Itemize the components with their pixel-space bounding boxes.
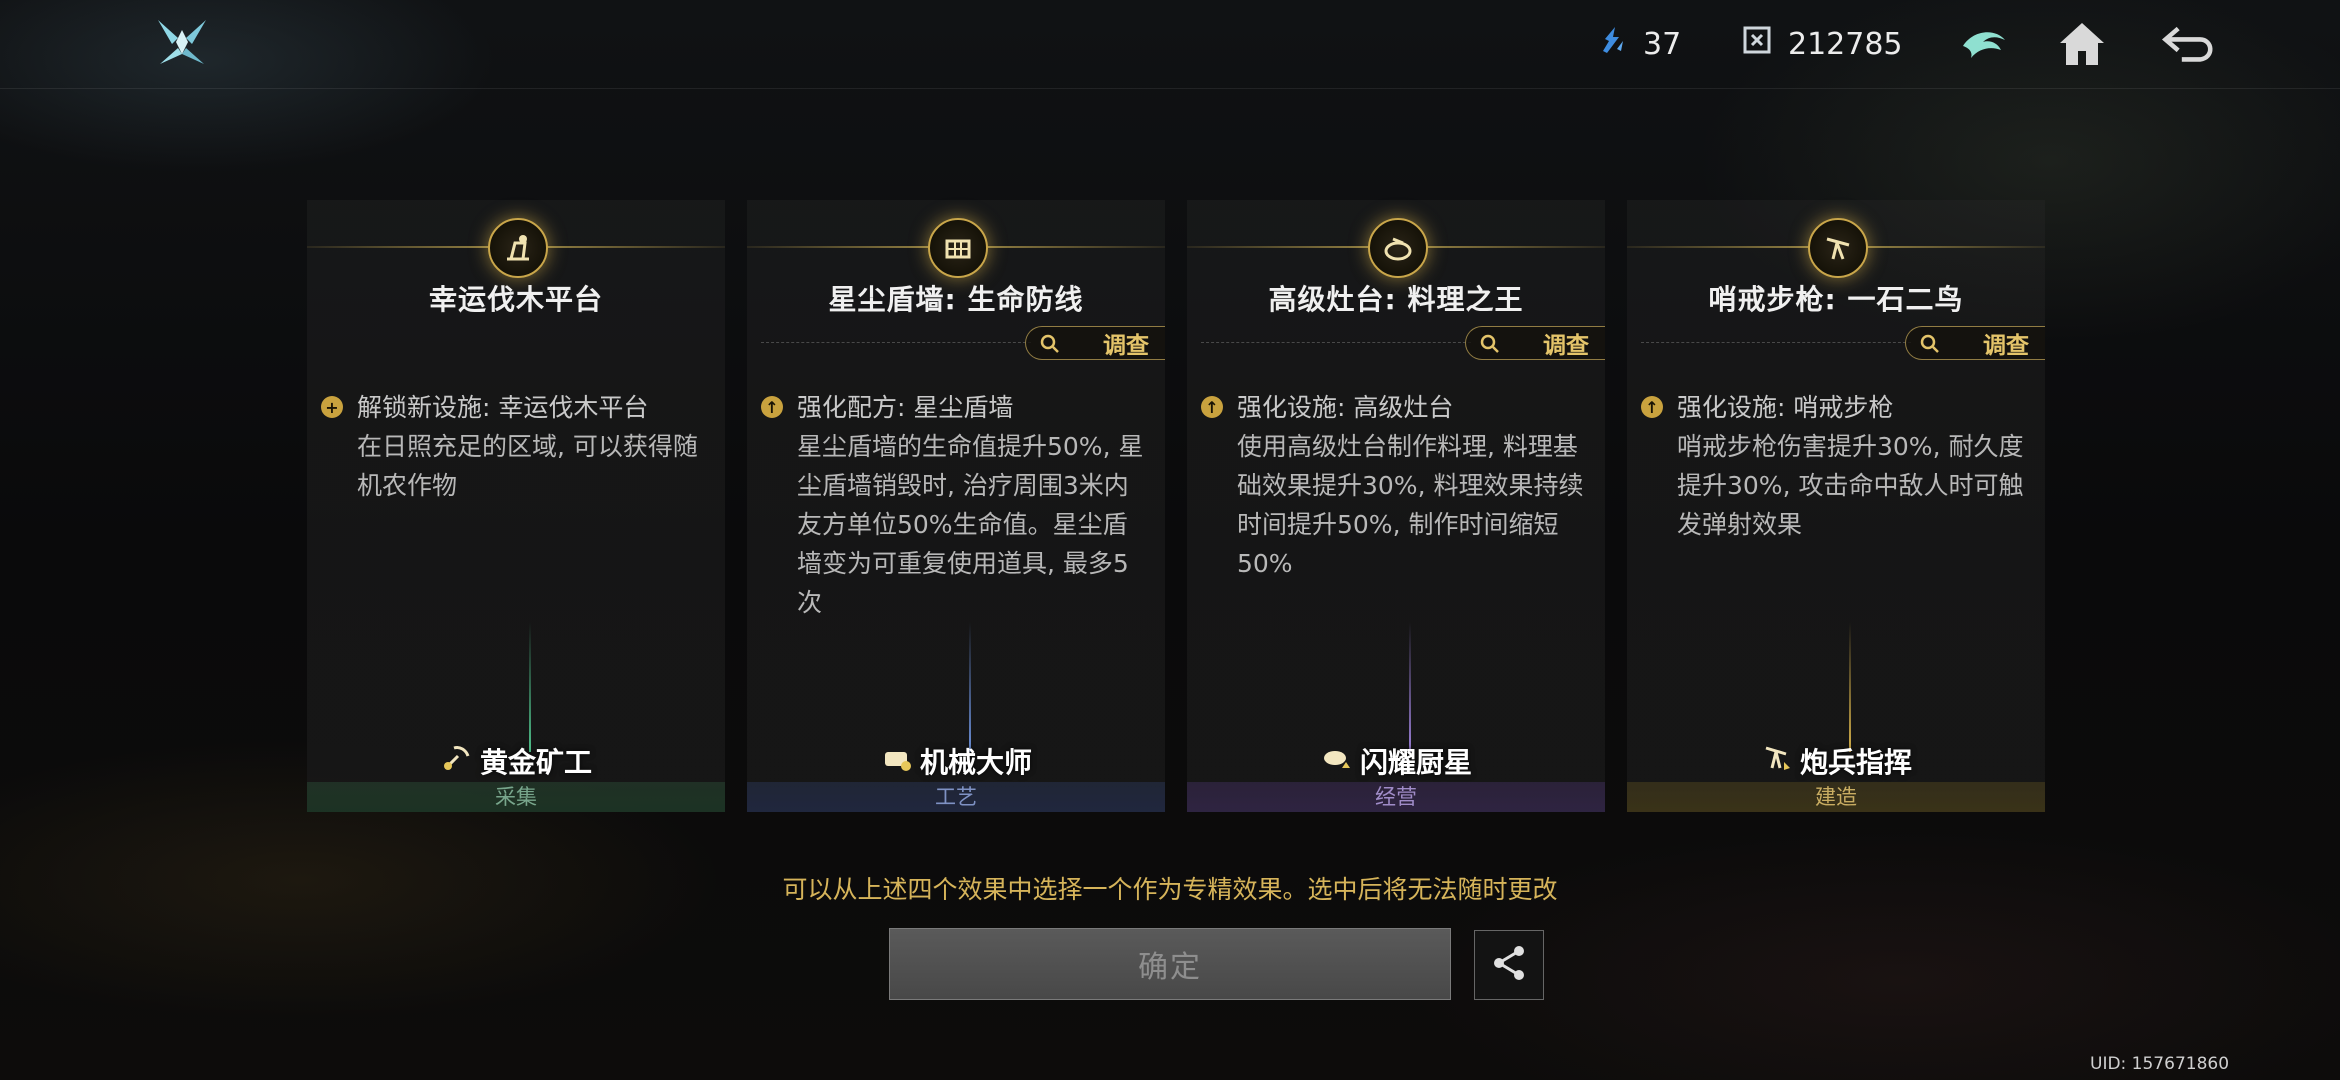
effect-description: 哨戒步枪伤害提升30%, 耐久度提升30%, 攻击命中敌人时可触发弹射效果: [1677, 432, 2024, 539]
stardust-wall-icon: [928, 218, 988, 278]
category-tag: 采集: [307, 782, 725, 812]
choice-card-2[interactable]: 星尘盾墙: 生命防线 调查 ↑ 强化配方: 星尘盾墙 星尘盾墙的生命值提升50%…: [747, 200, 1165, 812]
card-title: 哨戒步枪: 一石二鸟: [1708, 283, 1964, 316]
confirm-label: 确定: [1138, 950, 1202, 985]
game-logo-icon[interactable]: [152, 14, 212, 70]
choice-card-4[interactable]: 哨戒步枪: 一石二鸟 调查 ↑ 强化设施: 哨戒步枪 哨戒步枪伤害提升30%, …: [1627, 200, 2045, 812]
role-label: 黄金矿工: [307, 740, 725, 781]
chef-icon: [1320, 740, 1354, 781]
choice-card-3[interactable]: 高级灶台: 料理之王 调查 ↑ 强化设施: 高级灶台 使用高级灶台制作料理, 料…: [1187, 200, 1605, 812]
brand-emblem-icon[interactable]: [1954, 14, 2014, 74]
inspect-label: 调查: [1983, 333, 2029, 359]
card-title: 幸运伐木平台: [428, 283, 603, 316]
currency-count: 212785: [1788, 26, 1903, 62]
unlock-plus-icon: +: [321, 396, 343, 418]
category-tag: 工艺: [747, 782, 1165, 812]
inspect-button[interactable]: 调查: [1025, 326, 1165, 360]
effect-description: 使用高级灶台制作料理, 料理基础效果提升30%, 料理效果持续时间提升50%, …: [1237, 432, 1584, 578]
category-tag: 建造: [1627, 782, 2045, 812]
lumber-platform-icon: [488, 218, 548, 278]
inspect-label: 调查: [1543, 333, 1589, 359]
inspect-label: 调查: [1103, 333, 1149, 359]
upgrade-arrow-icon: ↑: [1641, 396, 1663, 418]
sentry-rifle-icon: [1808, 218, 1868, 278]
dashed-divider: [761, 342, 1031, 343]
search-icon: [1920, 334, 1940, 360]
dashed-divider: [1201, 342, 1471, 343]
search-icon: [1480, 334, 1500, 360]
upgrade-arrow-icon: ↑: [761, 396, 783, 418]
currency-resource: 212785: [1740, 20, 1903, 68]
light-beam: [969, 622, 971, 752]
crystal-resource: 37: [1595, 20, 1681, 68]
miner-icon: [440, 740, 474, 781]
role-name: 机械大师: [919, 745, 1032, 779]
role-name: 黄金矿工: [479, 745, 592, 779]
selection-hint: 可以从上述四个效果中选择一个作为专精效果。选中后将无法随时更改: [782, 875, 1558, 904]
dashed-divider: [1641, 342, 1911, 343]
choice-card-1[interactable]: 幸运伐木平台 + 解锁新设施: 幸运伐木平台 在日照充足的区域, 可以获得随机农…: [307, 200, 725, 812]
share-button[interactable]: [1474, 930, 1544, 1000]
confirm-button[interactable]: 确定: [889, 928, 1451, 1000]
user-id: UID: 157671860: [2090, 1054, 2230, 1074]
crystal-shard-icon: [1595, 23, 1629, 65]
light-beam: [529, 622, 531, 752]
effect-heading: 强化设施: 高级灶台: [1237, 393, 1454, 422]
artillery-icon: [1760, 740, 1794, 781]
home-icon[interactable]: [2052, 14, 2112, 74]
role-name: 闪耀厨星: [1359, 745, 1472, 779]
light-beam: [1849, 622, 1851, 752]
effect-heading: 强化设施: 哨戒步枪: [1677, 393, 1894, 422]
role-name: 炮兵指挥: [1799, 745, 1912, 779]
light-beam: [1409, 622, 1411, 752]
upgrade-arrow-icon: ↑: [1201, 396, 1223, 418]
top-bar: 37 212785: [0, 0, 2340, 89]
card-title: 高级灶台: 料理之王: [1268, 283, 1524, 316]
effect-heading: 强化配方: 星尘盾墙: [797, 393, 1014, 422]
stove-icon: [1368, 218, 1428, 278]
card-title: 星尘盾墙: 生命防线: [828, 283, 1084, 316]
inspect-button[interactable]: 调查: [1905, 326, 2045, 360]
role-label: 闪耀厨星: [1187, 740, 1605, 781]
effect-description: 星尘盾墙的生命值提升50%, 星尘盾墙销毁时, 治疗周围3米内友方单位50%生命…: [797, 432, 1144, 617]
inspect-button[interactable]: 调查: [1465, 326, 1605, 360]
share-icon: [1489, 943, 1529, 987]
currency-cube-icon: [1740, 23, 1774, 65]
role-label: 炮兵指挥: [1627, 740, 2045, 781]
effect-heading: 解锁新设施: 幸运伐木平台: [357, 393, 649, 422]
back-icon[interactable]: [2160, 14, 2220, 74]
mechanic-icon: [880, 740, 914, 781]
effect-description: 在日照充足的区域, 可以获得随机农作物: [357, 432, 698, 500]
category-tag: 经营: [1187, 782, 1605, 812]
crystal-count: 37: [1643, 26, 1682, 62]
search-icon: [1040, 334, 1060, 360]
role-label: 机械大师: [747, 740, 1165, 781]
